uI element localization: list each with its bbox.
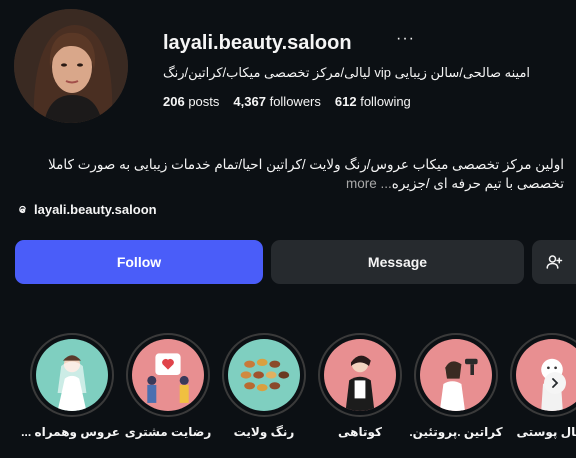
- highlight-label: شال پوستی: [516, 425, 576, 439]
- following-label: following: [360, 94, 411, 109]
- highlight-item[interactable]: کراتین .پروتئین.: [408, 333, 504, 439]
- followers-stat[interactable]: 4,367 followers: [233, 94, 320, 109]
- highlight-cover: [36, 339, 108, 411]
- add-user-icon: [546, 255, 563, 269]
- bio-line-1: اولین مرکز تخصصی میکاب عروس/رنگ ولایت /ک…: [48, 157, 564, 172]
- highlight-item[interactable]: رنگ ولایت: [216, 333, 312, 439]
- posts-count: 206: [163, 94, 185, 109]
- avatar-photo: [14, 9, 128, 123]
- message-label: Message: [367, 254, 428, 270]
- posts-stat[interactable]: 206 posts: [163, 94, 219, 109]
- add-user-button[interactable]: [532, 240, 576, 284]
- highlight-label: کوتاهی: [338, 425, 382, 439]
- highlight-item[interactable]: کوتاهی: [312, 333, 408, 439]
- chevron-right-icon: [552, 378, 559, 388]
- followers-label: followers: [269, 94, 321, 109]
- bio-more-link[interactable]: ... more: [346, 176, 392, 191]
- threads-handle: layali.beauty.saloon: [34, 202, 157, 217]
- ellipsis-icon[interactable]: ···: [396, 30, 415, 48]
- threads-link[interactable]: layali.beauty.saloon: [16, 202, 157, 217]
- threads-icon: [19, 205, 26, 214]
- following-count: 612: [334, 94, 357, 109]
- highlight-item[interactable]: عروس وهمراه ...: [21, 333, 120, 439]
- highlight-cover: [420, 339, 492, 411]
- profile-bio: اولین مرکز تخصصی میکاب عروس/رنگ ولایت /ک…: [16, 155, 564, 193]
- profile-stats: 206 posts 4,367 followers 612 following: [163, 94, 411, 109]
- story-highlights: عروس وهمراه ... رضایت مشتری رنگ ولایت کو…: [0, 333, 576, 458]
- highlight-label: کراتین .پروتئین.: [409, 425, 503, 439]
- highlight-cover: [132, 339, 204, 411]
- highlight-label: رضایت مشتری: [124, 425, 212, 439]
- highlights-next-button[interactable]: [544, 372, 566, 394]
- bio-line-2: تخصصی با تیم حرفه ای /جزیره: [391, 176, 564, 191]
- highlight-label: عروس وهمراه ...: [21, 425, 120, 439]
- followers-count: 4,367: [233, 94, 266, 109]
- profile-avatar[interactable]: [14, 9, 128, 123]
- profile-full-name: امینه صالحی/سالن زیبایی vip لیالی/مرکز ت…: [163, 65, 531, 80]
- highlight-cover: [228, 339, 300, 411]
- posts-label: posts: [188, 94, 220, 109]
- highlight-label: رنگ ولایت: [233, 425, 295, 439]
- highlight-item[interactable]: رضایت مشتری: [120, 333, 216, 439]
- message-button[interactable]: Message: [271, 240, 524, 284]
- profile-username: layali.beauty.saloon: [163, 32, 352, 54]
- follow-label: Follow: [116, 254, 162, 270]
- highlight-cover: [324, 339, 396, 411]
- follow-button[interactable]: Follow: [15, 240, 263, 284]
- following-stat[interactable]: 612 following: [335, 94, 411, 109]
